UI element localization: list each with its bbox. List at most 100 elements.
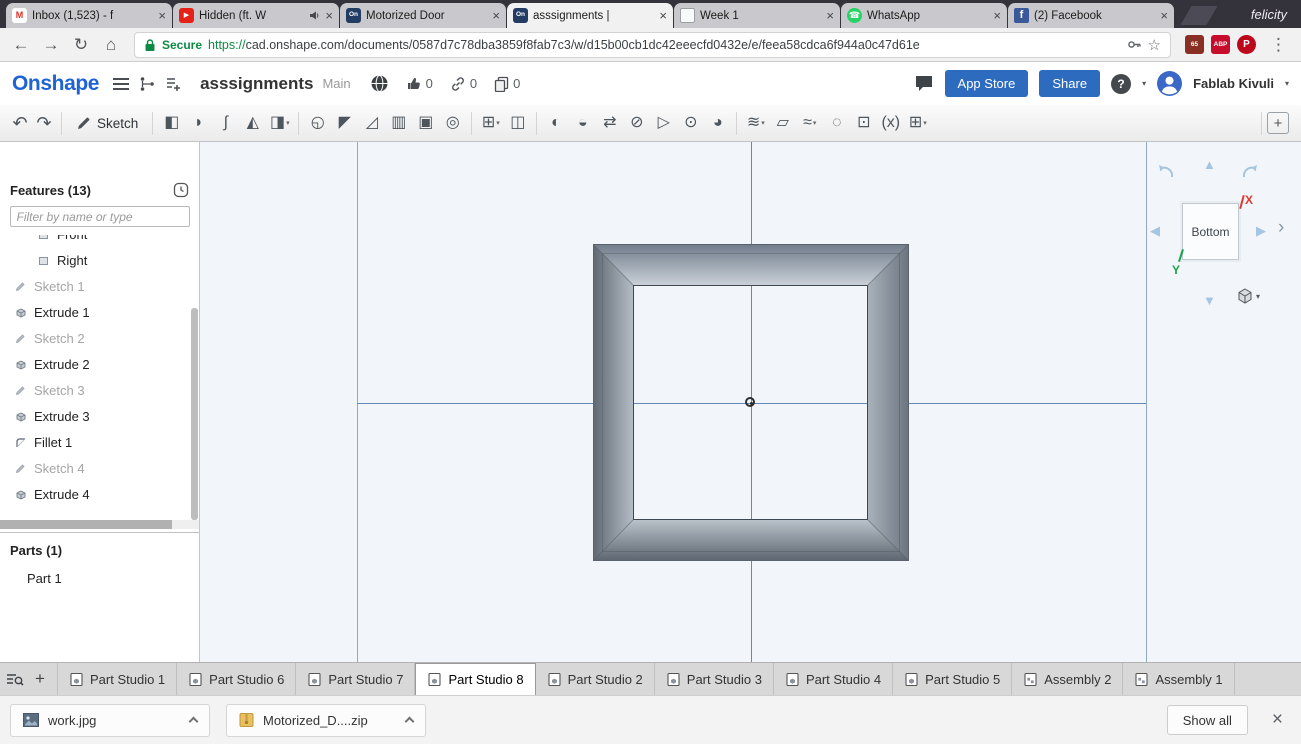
featurescript-icon[interactable]: ⊞ ▾ bbox=[904, 109, 931, 137]
move-face-icon[interactable]: ▷ bbox=[650, 109, 677, 137]
download-item-work-jpg[interactable]: work.jpg bbox=[10, 703, 210, 737]
thicken-icon[interactable]: ◨ ▾ bbox=[266, 109, 293, 137]
feature-item-right[interactable]: Right bbox=[0, 247, 199, 273]
feature-item-sketch-4[interactable]: Sketch 4 bbox=[0, 455, 199, 481]
draft-icon[interactable]: ◿ bbox=[358, 109, 385, 137]
browser-tab-inbox-1-523-f[interactable]: M Inbox (1,523) - f × bbox=[6, 3, 172, 28]
top-plane-right-edge-line[interactable] bbox=[1146, 142, 1147, 662]
variable-icon[interactable]: (x) bbox=[877, 109, 904, 137]
chat-icon[interactable] bbox=[914, 74, 934, 93]
share-button[interactable]: Share bbox=[1039, 70, 1101, 97]
hole-icon[interactable]: ◎ bbox=[439, 109, 466, 137]
tab-close-icon[interactable]: × bbox=[325, 9, 333, 22]
feature-item-extrude-3[interactable]: Extrude 3 bbox=[0, 403, 199, 429]
loft-icon[interactable]: ◭ bbox=[239, 109, 266, 137]
address-bar[interactable]: Secure https://cad.onshape.com/documents… bbox=[134, 31, 1171, 58]
tab-close-icon[interactable]: × bbox=[659, 9, 667, 22]
public-globe-icon[interactable] bbox=[370, 74, 389, 93]
show-all-downloads-button[interactable]: Show all bbox=[1166, 705, 1248, 735]
fillet-icon[interactable]: ◵ bbox=[304, 109, 331, 137]
add-tab-button[interactable]: + bbox=[28, 669, 52, 689]
split-icon[interactable]: ◒ bbox=[569, 109, 596, 137]
top-plane-left-edge-line[interactable] bbox=[357, 142, 358, 662]
tab-close-icon[interactable]: × bbox=[1160, 9, 1168, 22]
adblock-icon[interactable]: ABP bbox=[1211, 35, 1230, 54]
mirror-icon[interactable]: ◫ bbox=[504, 109, 531, 137]
link-counter[interactable]: 0 bbox=[450, 76, 477, 92]
tab-manager-icon[interactable] bbox=[5, 671, 25, 687]
avatar[interactable] bbox=[1157, 71, 1183, 96]
sketch-button[interactable]: Sketch bbox=[67, 109, 147, 137]
tab-part-studio-1[interactable]: Part Studio 1 bbox=[57, 663, 178, 695]
redo-button[interactable]: ↷ bbox=[32, 109, 56, 137]
view-up-arrow-icon[interactable]: ▲ bbox=[1203, 158, 1216, 171]
tab-part-studio-5[interactable]: Part Studio 5 bbox=[893, 663, 1013, 695]
password-key-icon[interactable] bbox=[1127, 37, 1142, 52]
history-list-icon[interactable] bbox=[165, 76, 181, 92]
feature-item-sketch-2[interactable]: Sketch 2 bbox=[0, 325, 199, 351]
part-list-item[interactable]: Part 1 bbox=[0, 566, 199, 590]
tab-assembly-2[interactable]: Assembly 2 bbox=[1012, 663, 1124, 695]
back-button[interactable]: ← bbox=[8, 32, 34, 58]
curve-icon[interactable]: ≈ ▾ bbox=[796, 109, 823, 137]
features-filter-input[interactable] bbox=[9, 206, 190, 227]
browser-menu-button[interactable]: ⋮ bbox=[1264, 35, 1293, 55]
close-downloads-icon[interactable]: × bbox=[1264, 709, 1291, 731]
help-button[interactable]: ? bbox=[1111, 73, 1132, 94]
tab-close-icon[interactable]: × bbox=[158, 9, 166, 22]
url-text[interactable]: https://cad.onshape.com/documents/0587d7… bbox=[208, 38, 1121, 52]
derived-icon[interactable]: ⊡ bbox=[850, 109, 877, 137]
feature-item-sketch-3[interactable]: Sketch 3 bbox=[0, 377, 199, 403]
like-counter[interactable]: 0 bbox=[406, 76, 433, 92]
tab-part-studio-7[interactable]: Part Studio 7 bbox=[296, 663, 416, 695]
extrude-icon[interactable]: ◧ bbox=[158, 109, 185, 137]
new-tab-button[interactable] bbox=[1180, 6, 1218, 25]
rib-icon[interactable]: ▥ bbox=[385, 109, 412, 137]
download-menu-chevron-icon[interactable] bbox=[404, 716, 415, 727]
replace-face-icon[interactable]: ⊙ bbox=[677, 109, 704, 137]
offset-surface-icon[interactable]: ≋ ▾ bbox=[742, 109, 769, 137]
tab-part-studio-4[interactable]: Part Studio 4 bbox=[774, 663, 894, 695]
tab-close-icon[interactable]: × bbox=[993, 9, 1001, 22]
browser-tab-week-1[interactable]: Week 1 × bbox=[674, 3, 840, 28]
linear-pattern-icon[interactable]: ⊞ ▾ bbox=[477, 109, 504, 137]
view-options-menu[interactable]: ▾ bbox=[1237, 288, 1260, 304]
feature-item-extrude-1[interactable]: Extrude 1 bbox=[0, 299, 199, 325]
view-cube-face[interactable]: Bottom bbox=[1182, 203, 1239, 260]
vertical-scrollbar-thumb[interactable] bbox=[191, 308, 198, 520]
browser-tab-whatsapp[interactable]: ☎ WhatsApp × bbox=[841, 3, 1007, 28]
feature-item-fillet-1[interactable]: Fillet 1 bbox=[0, 429, 199, 455]
bookmark-star-icon[interactable]: ☆ bbox=[1148, 36, 1161, 54]
copy-counter[interactable]: 0 bbox=[494, 76, 520, 92]
versions-icon[interactable] bbox=[139, 76, 156, 92]
workspace-label[interactable]: Main bbox=[322, 76, 350, 91]
delete-part-icon[interactable]: ⊘ bbox=[623, 109, 650, 137]
forward-button[interactable]: → bbox=[38, 32, 64, 58]
tab-part-studio-6[interactable]: Part Studio 6 bbox=[177, 663, 297, 695]
revolve-icon[interactable]: ◗ bbox=[185, 109, 212, 137]
horizontal-scrollbar-thumb[interactable] bbox=[0, 520, 172, 529]
feature-item-extrude-4[interactable]: Extrude 4 bbox=[0, 481, 199, 505]
plane-icon[interactable]: ▱ bbox=[769, 109, 796, 137]
main-menu-icon[interactable] bbox=[112, 77, 130, 91]
feature-item-sketch-1[interactable]: Sketch 1 bbox=[0, 273, 199, 299]
reload-button[interactable]: ↻ bbox=[68, 32, 94, 58]
home-button[interactable]: ⌂ bbox=[98, 32, 124, 58]
browser-tab-hidden-ft-w[interactable]: ▶ Hidden (ft. W × bbox=[173, 3, 339, 28]
boolean-icon[interactable]: ◐ bbox=[542, 109, 569, 137]
tab-part-studio-2[interactable]: Part Studio 2 bbox=[536, 663, 655, 695]
view-rotate-cw-icon[interactable] bbox=[1240, 164, 1260, 182]
add-custom-tool-icon[interactable]: + bbox=[1267, 112, 1289, 134]
download-menu-chevron-icon[interactable] bbox=[188, 716, 199, 727]
browser-tab-2-facebook[interactable]: f (2) Facebook × bbox=[1008, 3, 1174, 28]
history-clock-icon[interactable] bbox=[173, 182, 189, 198]
view-down-arrow-icon[interactable]: ▼ bbox=[1203, 294, 1216, 307]
helix-icon[interactable]: ◌ bbox=[823, 109, 850, 137]
tab-close-icon[interactable]: × bbox=[826, 9, 834, 22]
app-store-button[interactable]: App Store bbox=[944, 70, 1029, 97]
horizontal-scrollbar-track[interactable] bbox=[0, 520, 199, 529]
feature-item-front[interactable]: Front bbox=[0, 235, 199, 247]
pinterest-icon[interactable]: P bbox=[1237, 35, 1256, 54]
modify-fillet-icon[interactable]: ◕ bbox=[704, 109, 731, 137]
undo-button[interactable]: ↶ bbox=[8, 109, 32, 137]
